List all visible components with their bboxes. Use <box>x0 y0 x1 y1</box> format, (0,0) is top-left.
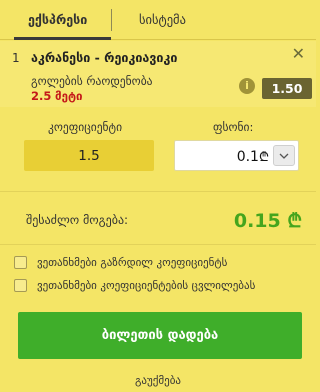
bet-item: 1 აკრანესი - რეიკიავიკი ✕ გოლების რაოდენ… <box>0 41 316 107</box>
odds-badge: 1.50 <box>262 78 312 99</box>
event-title: აკრანესი - რეიკიავიკი <box>31 50 178 65</box>
tab-express[interactable]: ექსპრესი <box>0 0 111 40</box>
accept-odds-changes-label: ვეთანხმები კოეფიციენტების ცვლილებას <box>37 279 256 292</box>
divider <box>0 191 316 192</box>
market-line: 2.5 მეტი <box>31 89 82 103</box>
possible-win-value: 0.15 ₾ <box>233 210 302 232</box>
line-suffix: მეტი <box>55 89 83 103</box>
market-name: გოლების რაოდენობა <box>31 74 153 88</box>
accept-odds-changes-checkbox[interactable] <box>14 279 27 292</box>
accept-higher-odds-label: ვეთანხმები გაზრდილ კოეფიციენტს <box>37 256 228 269</box>
line-value: 2.5 <box>31 89 52 103</box>
accept-higher-odds-checkbox[interactable] <box>14 256 27 269</box>
possible-win-label: შესაძლო მოგება: <box>26 213 129 227</box>
clear-button[interactable]: გაუქმება <box>0 374 316 387</box>
place-bet-button[interactable]: ბილეთის დადება <box>18 312 302 359</box>
accept-odds-changes-option[interactable]: ვეთანხმები კოეფიციენტების ცვლილებას <box>14 279 255 292</box>
accept-higher-odds-option[interactable]: ვეთანხმები გაზრდილ კოეფიციენტს <box>14 256 227 269</box>
stake-number: 0.1 <box>236 148 259 165</box>
lari-icon: ₾ <box>258 149 269 165</box>
divider <box>0 244 316 245</box>
stake-amount[interactable]: 0.1₾ <box>175 147 273 165</box>
bet-number: 1 <box>12 51 20 65</box>
chevron-down-icon[interactable] <box>273 145 295 166</box>
betslip-tabs: ექსპრესი სისტემა <box>0 0 316 40</box>
stake-label: ფსონი: <box>213 120 254 134</box>
info-icon[interactable]: i <box>239 78 255 94</box>
coefficient-label: კოეფიციენტი <box>48 120 123 134</box>
tab-system[interactable]: სისტემა <box>112 0 186 39</box>
close-icon[interactable]: ✕ <box>292 46 305 62</box>
coefficient-value: 1.5 <box>24 140 154 171</box>
stake-input[interactable]: 0.1₾ <box>174 140 299 171</box>
